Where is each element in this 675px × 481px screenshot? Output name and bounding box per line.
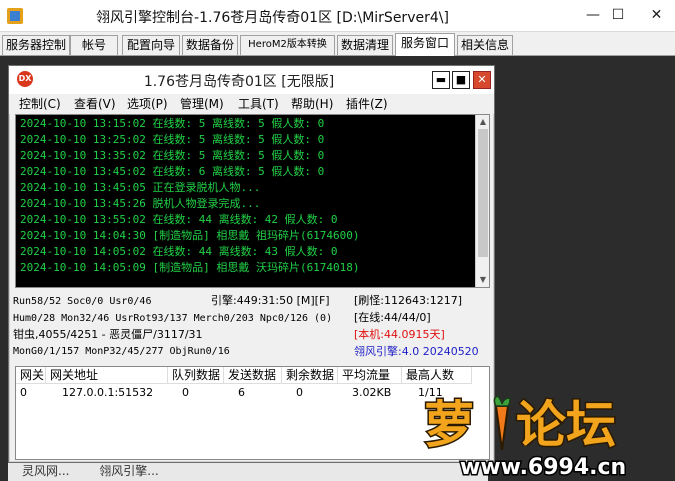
status-online: [在线:44/44/0] [354, 311, 431, 324]
log-console[interactable]: 2024-10-10 13:15:02 在线数: 5 离线数: 5 假人数: 0… [15, 114, 490, 288]
carrot-forum-logo-icon: 萝 论坛 www.6994.cn [423, 395, 628, 481]
scroll-thumb[interactable] [478, 129, 488, 257]
tab-related-info[interactable]: 相关信息 [457, 35, 513, 55]
menu-help[interactable]: 帮助(H) [291, 95, 333, 113]
log-line: 2024-10-10 14:05:02 在线数: 44 离线数: 43 假人数:… [20, 245, 338, 258]
tab-data-backup[interactable]: 数据备份 [182, 35, 238, 55]
menu-tools[interactable]: 工具(T) [238, 95, 279, 113]
tab-herom2-convert[interactable]: HeroM2版本转换 [240, 35, 335, 55]
tab-account[interactable]: 帐号 [70, 35, 118, 55]
column-header-traffic[interactable]: 平均流量 [338, 367, 402, 384]
column-header-address[interactable]: 网关地址 [46, 367, 168, 384]
inner-maximize-button[interactable]: ■ [452, 71, 470, 89]
column-header-remaining[interactable]: 剩余数据 [282, 367, 338, 384]
table-cell[interactable]: 0 [178, 385, 189, 401]
table-cell[interactable]: 127.0.0.1:51532 [58, 385, 153, 401]
window-title: 翎风引擎控制台-1.76苍月岛传奇01区 [D:\MirServer4\] [96, 10, 449, 26]
column-header-queue[interactable]: 队列数据 [168, 367, 224, 384]
inner-close-button[interactable]: ✕ [473, 71, 491, 89]
status-hum: Hum0/28 Mon32/46 UsrRot93/137 Merch0/203… [13, 313, 333, 324]
menu-manage[interactable]: 管理(M) [180, 95, 224, 113]
column-header-gateway[interactable]: 网关 [16, 367, 46, 384]
service-window-title-bar: DX 1.76苍月岛传奇01区 [无限版] ▬ ■ ✕ [9, 66, 494, 94]
minimized-window-2[interactable]: 翎风引擎... [99, 461, 158, 481]
status-uptime: [本机:44.0915天] [354, 328, 445, 341]
minimized-windows-strip: 灵风网... 翎风引擎... [8, 460, 488, 481]
tab-service-window[interactable]: 服务窗口 [395, 33, 455, 56]
minimized-window-1[interactable]: 灵风网... [22, 461, 69, 481]
tab-server-control[interactable]: 服务器控制 [2, 35, 70, 55]
status-version: 翎风引擎:4.0 20240520 [354, 345, 479, 358]
svg-text:萝: 萝 [424, 396, 474, 454]
menu-view[interactable]: 查看(V) [74, 95, 116, 113]
dx-icon: DX [17, 71, 33, 87]
status-monster: 钳虫,4055/4251 - 恶灵僵尸/3117/31 [13, 328, 203, 341]
gateway-table: 网关 网关地址 队列数据 发送数据 剩余数据 平均流量 最高人数 0 127.0… [15, 366, 490, 460]
scroll-up-icon[interactable]: ▲ [476, 115, 489, 129]
menu-control[interactable]: 控制(C) [19, 95, 61, 113]
main-title-bar: 翎风引擎控制台-1.76苍月岛传奇01区 [D:\MirServer4\] — … [0, 0, 675, 32]
menu-bar: 控制(C) 查看(V) 选项(P) 管理(M) 工具(T) 帮助(H) 插件(Z… [9, 94, 494, 114]
service-window-title: 1.76苍月岛传奇01区 [无限版] [143, 74, 335, 90]
svg-text:论坛: 论坛 [516, 396, 616, 454]
log-line: 2024-10-10 13:45:05 正在登录脱机人物... [20, 181, 261, 194]
watermark-logo: 萝 论坛 www.6994.cn [420, 380, 675, 481]
log-line: 2024-10-10 14:04:30 [制造物品] 相思戴 祖玛碎片(6174… [20, 229, 360, 242]
maximize-button[interactable]: ☐ [598, 0, 638, 30]
status-spawn: [刷怪:112643:1217] [354, 294, 462, 307]
status-panel: Run58/52 Soc0/0 Usr0/46 引擎:449:31:50 [M]… [9, 292, 494, 368]
menu-plugins[interactable]: 插件(Z) [346, 95, 388, 113]
log-line: 2024-10-10 14:05:09 [制造物品] 相思戴 沃玛碎片(6174… [20, 261, 360, 274]
status-engine: 引擎:449:31:50 [M][F] [211, 294, 330, 307]
log-line: 2024-10-10 13:45:02 在线数: 6 离线数: 5 假人数: 0 [20, 165, 325, 178]
menu-options[interactable]: 选项(P) [127, 95, 168, 113]
main-tab-bar: 服务器控制 帐号 配置向导 数据备份 HeroM2版本转换 数据清理 服务窗口 … [0, 33, 675, 56]
tab-data-cleanup[interactable]: 数据清理 [337, 35, 393, 55]
table-cell[interactable]: 0 [16, 385, 27, 401]
log-line: 2024-10-10 13:35:02 在线数: 5 离线数: 5 假人数: 0 [20, 149, 325, 162]
inner-minimize-button[interactable]: ▬ [432, 71, 450, 89]
log-line: 2024-10-10 13:25:02 在线数: 5 离线数: 5 假人数: 0 [20, 133, 325, 146]
log-scrollbar[interactable]: ▲ ▼ [475, 115, 489, 287]
log-line: 2024-10-10 13:45:26 脱机人物登录完成... [20, 197, 261, 210]
log-line: 2024-10-10 13:15:02 在线数: 5 离线数: 5 假人数: 0 [20, 117, 325, 130]
column-header-sent[interactable]: 发送数据 [224, 367, 282, 384]
svg-text:www.6994.cn: www.6994.cn [460, 455, 626, 480]
table-cell[interactable]: 6 [234, 385, 245, 401]
table-cell[interactable]: 3.02KB [348, 385, 391, 401]
close-button[interactable]: ✕ [638, 0, 675, 30]
scroll-down-icon[interactable]: ▼ [476, 273, 489, 287]
status-run: Run58/52 Soc0/0 Usr0/46 [13, 296, 152, 307]
tab-config-wizard[interactable]: 配置向导 [122, 35, 180, 55]
table-cell[interactable]: 0 [292, 385, 303, 401]
log-line: 2024-10-10 13:55:02 在线数: 44 离线数: 42 假人数:… [20, 213, 338, 226]
status-mong: MonG0/1/157 MonP32/45/277 ObjRun0/16 [13, 346, 230, 357]
